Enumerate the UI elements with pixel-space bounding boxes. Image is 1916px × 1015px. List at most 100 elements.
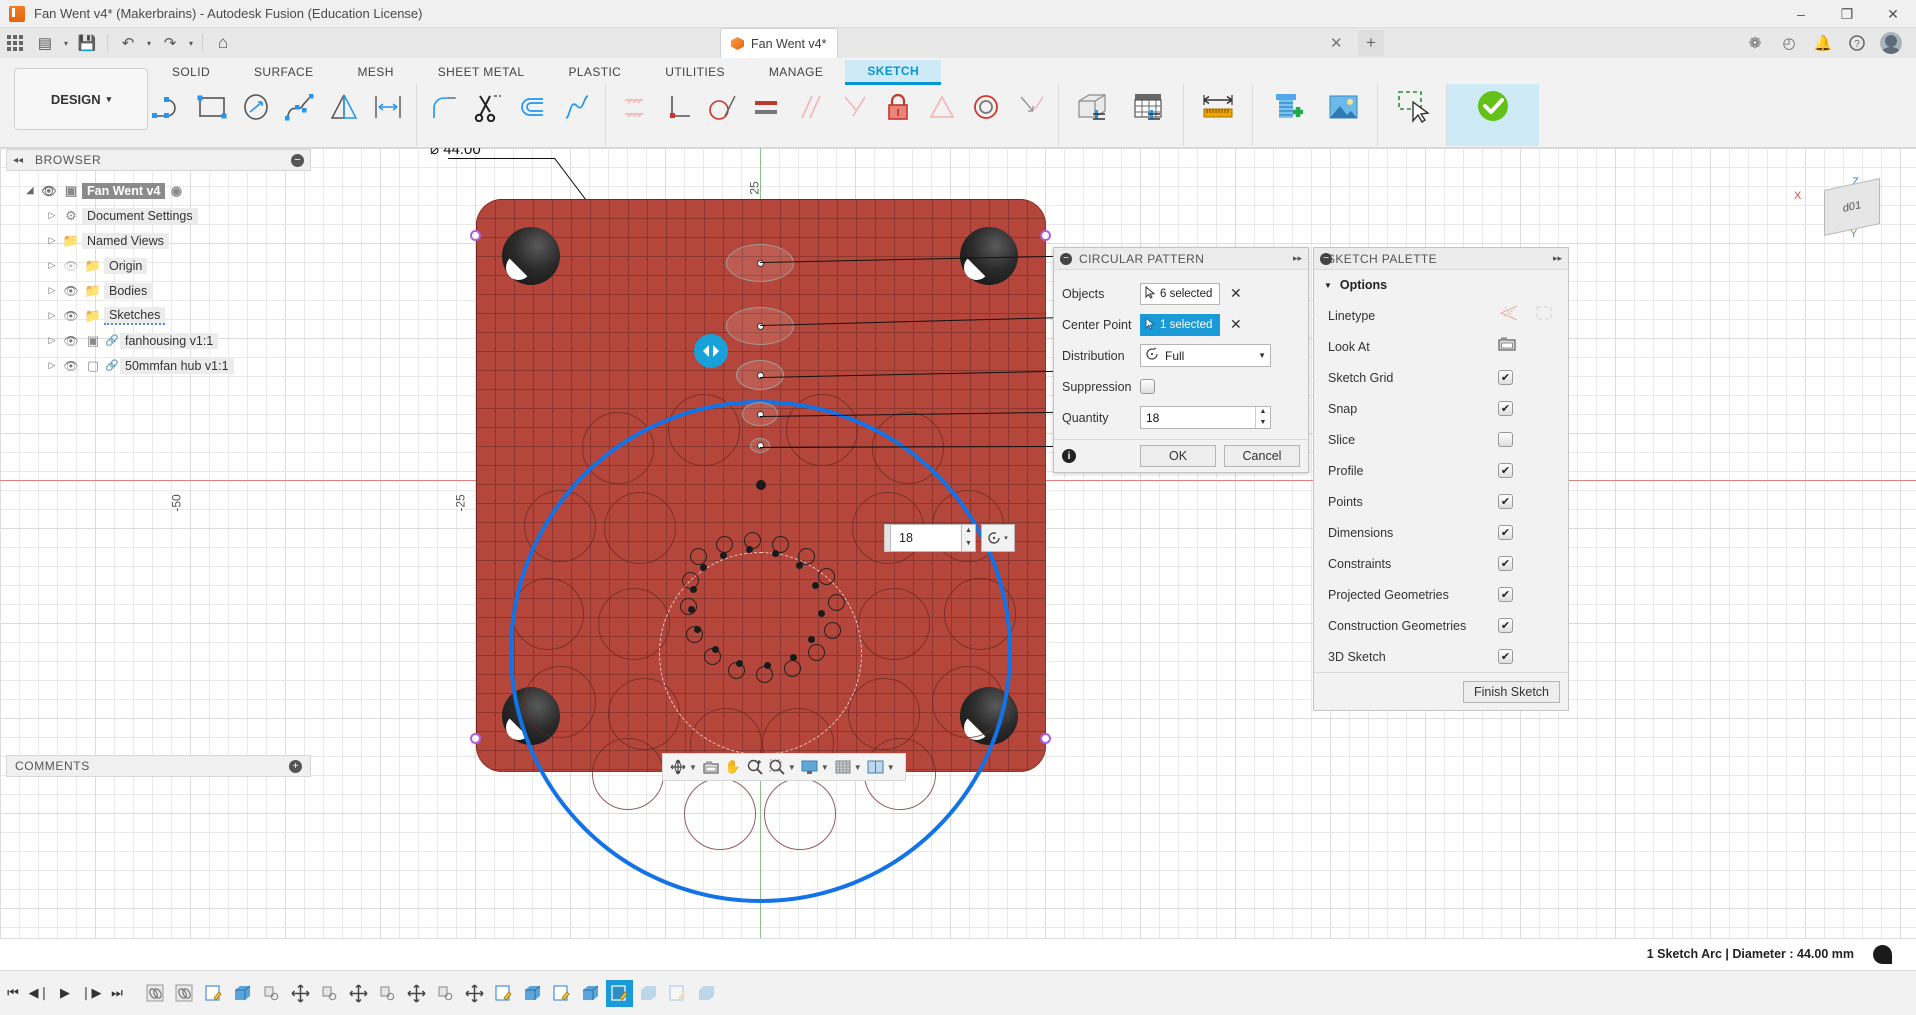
display-settings-icon[interactable]: [799, 756, 821, 778]
corner-hole-tl[interactable]: [502, 227, 560, 285]
recent-icon[interactable]: ◴: [1772, 28, 1806, 58]
slice-checkbox[interactable]: [1498, 432, 1513, 447]
time-feature-move-1[interactable]: [287, 980, 314, 1007]
center-point[interactable]: [756, 480, 766, 490]
offset-icon[interactable]: [511, 84, 555, 130]
tree-item-fan-went-v4[interactable]: ◢ 👁 ▣ Fan Went v4 ◉: [22, 178, 312, 203]
activate-component-icon[interactable]: ◉: [165, 183, 187, 199]
finish-sketch-check-icon[interactable]: [1465, 84, 1521, 130]
constraint-point-bl[interactable]: [470, 733, 481, 744]
timeline-feature-extrude-1[interactable]: [229, 980, 256, 1007]
symmetry-icon[interactable]: [920, 84, 964, 130]
tab-plastic[interactable]: PLASTIC: [546, 61, 643, 83]
sketch-option-linetype[interactable]: Linetype: [1314, 300, 1568, 331]
add-comment-icon[interactable]: +: [289, 760, 302, 773]
zoom-icon[interactable]: [744, 756, 766, 778]
orbit-icon[interactable]: [667, 756, 689, 778]
undo-dropdown-icon[interactable]: ▾: [143, 30, 155, 56]
perpendicular-icon[interactable]: [656, 84, 700, 130]
grid-snaps-icon[interactable]: [832, 756, 854, 778]
tab-surface[interactable]: SURFACE: [232, 61, 335, 83]
insert-canvas-image-icon[interactable]: [1315, 84, 1371, 130]
equal-icon[interactable]: [744, 84, 788, 130]
objects-clear-icon[interactable]: ✕: [1230, 285, 1242, 302]
timeline-feature-move-2[interactable]: [345, 980, 372, 1007]
pattern-drag-handle[interactable]: [694, 334, 728, 368]
timeline-feature-extrude-2[interactable]: [519, 980, 546, 1007]
center-point-clear-icon[interactable]: ✕: [1230, 316, 1242, 333]
3d-sketch-checkbox[interactable]: ✔: [1498, 649, 1513, 664]
sketch-option-profile[interactable]: Profile ✔: [1314, 455, 1568, 486]
projected-geometries-checkbox[interactable]: ✔: [1498, 587, 1513, 602]
sketch-option-look-at[interactable]: Look At: [1314, 331, 1568, 362]
notifications-icon[interactable]: 🔔: [1806, 28, 1840, 58]
diameter-dimension-label[interactable]: ⌀ 44.00: [430, 148, 481, 158]
redo-dropdown-icon[interactable]: ▾: [185, 30, 197, 56]
trim-scissors-icon[interactable]: [467, 84, 511, 130]
timeline-first-button[interactable]: ⏮: [0, 973, 26, 1013]
expand-arrows-icon[interactable]: ▸▸: [1553, 253, 1562, 264]
configure-part-icon[interactable]: [1065, 84, 1121, 130]
timeline-feature-ghost-1[interactable]: [635, 980, 662, 1007]
expander-icon[interactable]: ▷: [44, 210, 60, 221]
info-icon[interactable]: i: [1062, 449, 1076, 463]
design-workspace-button[interactable]: DESIGN ▾: [14, 68, 148, 130]
new-file-dropdown-icon[interactable]: ▾: [60, 30, 72, 56]
quantity-stepper[interactable]: ▲▼: [1255, 407, 1270, 428]
tree-item-50mmfan-hub[interactable]: ▷ 👁 ▢ 🔗 50mmfan hub v1:1: [22, 353, 312, 378]
finish-sketch-button[interactable]: Finish Sketch: [1463, 681, 1560, 703]
sketch-option-slice[interactable]: Slice: [1314, 424, 1568, 455]
save-icon[interactable]: 💾: [72, 30, 102, 56]
insert-mcmaster-bolt-icon[interactable]: [1259, 84, 1315, 130]
mirror-icon[interactable]: [322, 84, 366, 130]
extensions-icon[interactable]: ❁: [1738, 28, 1772, 58]
timeline-feature-component-1[interactable]: [258, 980, 285, 1007]
tree-item-sketches[interactable]: ▷ 👁 📁 Sketches: [22, 303, 312, 328]
fix-lock-icon[interactable]: [876, 84, 920, 130]
suppression-checkbox[interactable]: [1140, 379, 1155, 394]
display-dropdown-icon[interactable]: ▼: [821, 763, 829, 772]
avatar[interactable]: [1874, 28, 1908, 58]
expander-icon[interactable]: ▷: [44, 310, 60, 321]
circular-pattern-dialog[interactable]: − CIRCULAR PATTERN ▸▸ Objects 6 selected…: [1053, 247, 1309, 473]
visibility-eye-icon[interactable]: 👁: [60, 284, 82, 298]
tree-item-document-settings[interactable]: ▷ ⚙ Document Settings: [22, 203, 312, 228]
tab-manage[interactable]: MANAGE: [747, 61, 845, 83]
home-icon[interactable]: ⌂: [208, 30, 238, 56]
constraint-point-tl[interactable]: [470, 230, 481, 241]
timeline-feature-joint-1[interactable]: [142, 980, 169, 1007]
construction-geometries-checkbox[interactable]: ✔: [1498, 618, 1513, 633]
redo-icon[interactable]: ↷: [155, 30, 185, 56]
tree-item-named-views[interactable]: ▷ 📁 Named Views: [22, 228, 312, 253]
sketch-option-construction-geometries[interactable]: Construction Geometries ✔: [1314, 610, 1568, 641]
maximize-button[interactable]: ❐: [1824, 0, 1870, 28]
center-point-selection-field[interactable]: 1 selected: [1140, 314, 1220, 336]
timeline-feature-move-4[interactable]: [461, 980, 488, 1007]
look-at-icon[interactable]: [700, 756, 722, 778]
view-cube[interactable]: X Z Y d01: [1800, 168, 1900, 258]
sketch-option-projected-geometries[interactable]: Projected Geometries ✔: [1314, 579, 1568, 610]
expander-icon[interactable]: ▷: [44, 360, 60, 371]
quantity-hud[interactable]: 18 ▲▼ ▾: [884, 524, 1015, 552]
sketch-option-3d-sketch[interactable]: 3D Sketch ✔: [1314, 641, 1568, 672]
expander-icon[interactable]: ▷: [44, 285, 60, 296]
fillet-icon[interactable]: [423, 84, 467, 130]
normal-linetype-icon[interactable]: [1498, 304, 1520, 327]
comments-panel[interactable]: COMMENTS +: [6, 755, 311, 777]
concentric-icon[interactable]: [964, 84, 1008, 130]
sketch-option-sketch-grid[interactable]: Sketch Grid ✔: [1314, 362, 1568, 393]
measure-icon[interactable]: [1190, 84, 1246, 130]
sketch-option-constraints[interactable]: Constraints ✔: [1314, 548, 1568, 579]
timeline-play-button[interactable]: ▶: [52, 973, 78, 1013]
timeline-feature-component-2[interactable]: [316, 980, 343, 1007]
sketch-palette-panel[interactable]: − SKETCH PALETTE ▸▸ ▼ Options Linetype L…: [1313, 247, 1569, 711]
visibility-eye-icon[interactable]: 👁: [60, 334, 82, 348]
constraint-point-br[interactable]: [1040, 733, 1051, 744]
timeline-feature-move-3[interactable]: [403, 980, 430, 1007]
visibility-eye-icon[interactable]: 👁: [60, 359, 82, 373]
tab-mesh[interactable]: MESH: [336, 61, 416, 83]
options-section-header[interactable]: ▼ Options: [1314, 270, 1568, 300]
pattern-point-5[interactable]: [750, 438, 770, 453]
look-at-icon[interactable]: [1498, 336, 1516, 357]
timeline-feature-joint-2[interactable]: [171, 980, 198, 1007]
